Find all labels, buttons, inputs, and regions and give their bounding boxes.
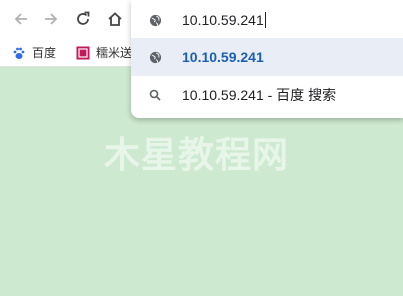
globe-icon [148,13,162,27]
bookmark-baidu[interactable]: 百度 [12,44,56,61]
arrow-right-icon [45,13,58,25]
address-bar[interactable]: 10.10.59.241 [131,4,403,36]
suggestion-search[interactable]: 10.10.59.241 - 百度 搜索 [131,76,403,114]
bookmark-nuomi[interactable]: 糯米送 [76,44,132,61]
baidu-paw-icon [12,46,26,60]
suggestion-url[interactable]: 10.10.59.241 [131,38,403,76]
home-icon [108,12,122,26]
address-input[interactable]: 10.10.59.241 [182,12,266,28]
home-button[interactable] [102,6,128,32]
reload-button[interactable] [70,6,96,32]
back-button[interactable] [8,6,34,32]
forward-button[interactable] [38,6,64,32]
globe-icon [148,50,162,64]
arrow-left-icon [14,13,27,25]
bookmark-label: 百度 [32,46,57,60]
omnibox-dropdown: 10.10.59.241 10.10.59.241 10.10.59.241 -… [131,0,403,118]
bookmark-label: 糯米送 [96,46,133,60]
watermark: 木星教程网 [104,134,290,175]
suggestion-text: 10.10.59.241 - 百度 搜索 [182,87,337,103]
reload-icon [77,11,90,25]
nuomi-icon [76,46,90,60]
text-caret [264,12,266,28]
suggestion-text: 10.10.59.241 [182,49,264,65]
search-icon [148,88,162,102]
